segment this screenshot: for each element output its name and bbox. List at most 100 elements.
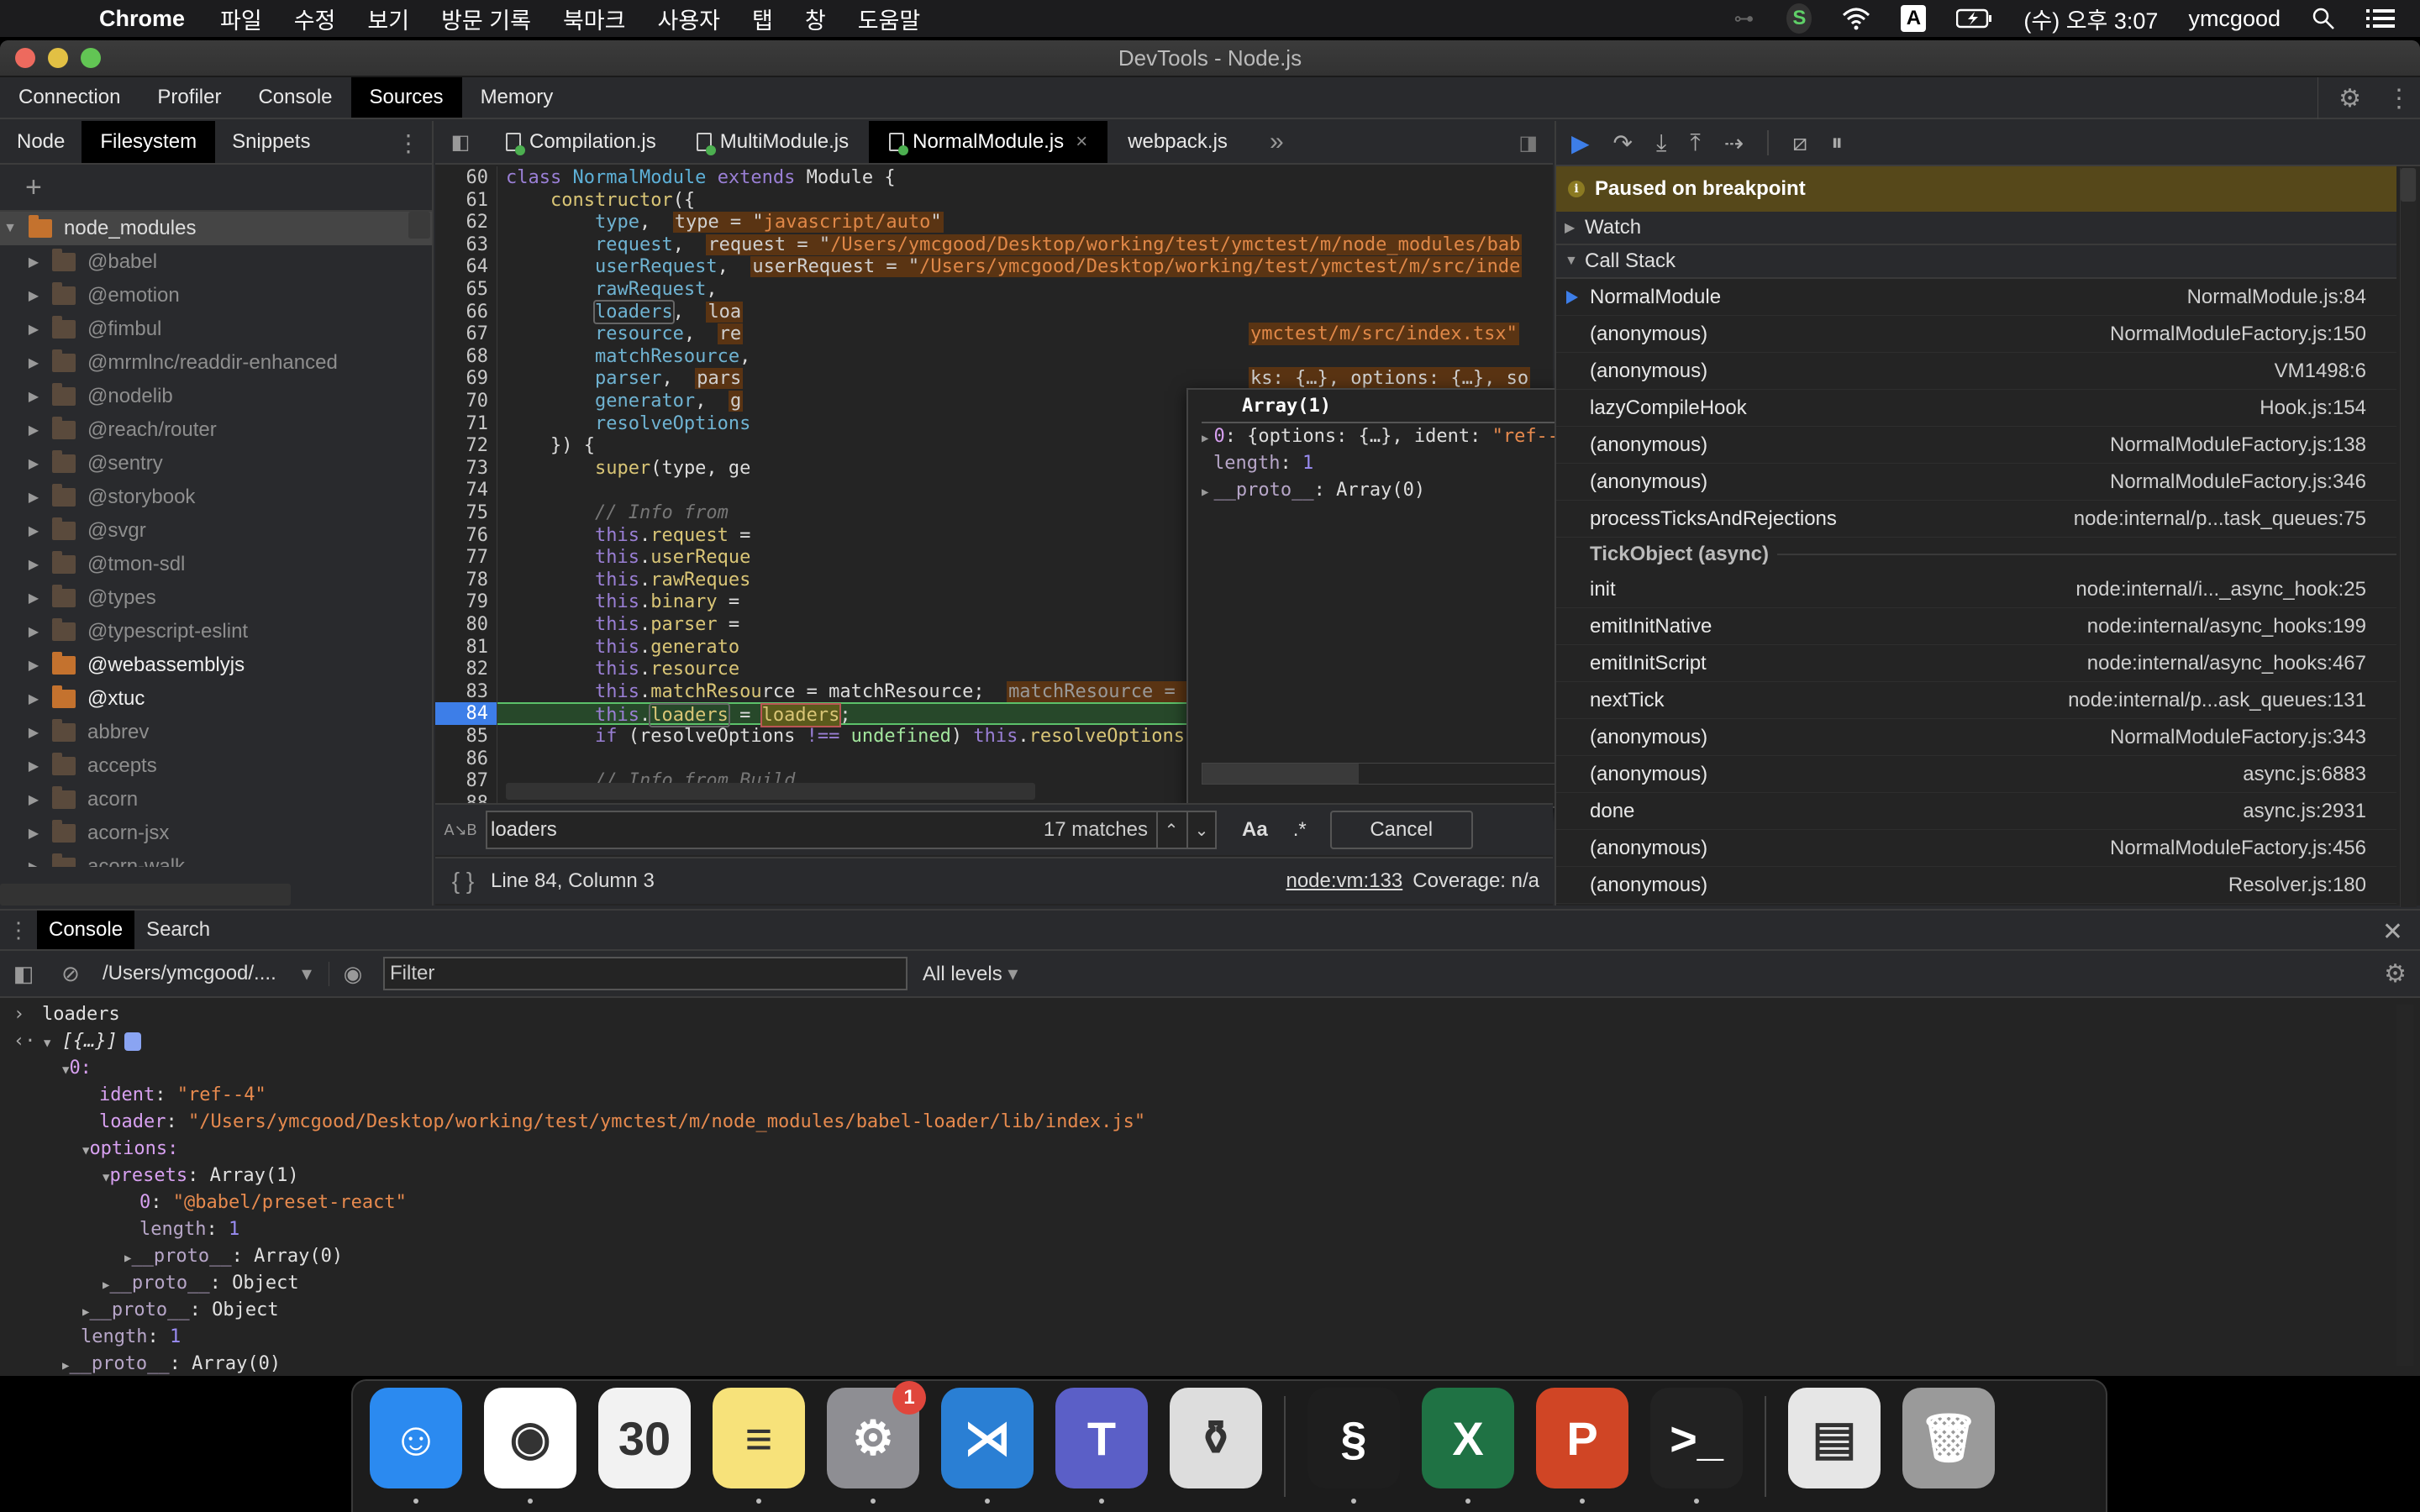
call-stack-section-header[interactable]: ▼ Call Stack: [1556, 245, 2396, 279]
drawer-tab-console[interactable]: Console: [37, 911, 135, 949]
call-frame[interactable]: (anonymous) NormalModuleFactory.js:150: [1556, 316, 2396, 353]
navigator-tab-filesystem[interactable]: Filesystem: [82, 121, 216, 163]
expand-arrow-icon[interactable]: ▶: [1202, 486, 1208, 499]
call-frame[interactable]: (anonymous) Resolver.js:180: [1556, 867, 2396, 904]
dock-app-downloads-stack[interactable]: ▤: [1788, 1388, 1881, 1488]
tree-node-0[interactable]: ▼0:: [0, 1055, 2420, 1082]
deactivate-breakpoints-icon[interactable]: ⧄: [1792, 129, 1807, 157]
expanded-arrow-icon[interactable]: ▼: [0, 221, 20, 236]
step-out-icon[interactable]: ⤒: [1690, 129, 1700, 157]
tree-item[interactable]: ▶ @storybook: [0, 480, 432, 514]
menu-bookmarks[interactable]: 북마크: [563, 3, 626, 35]
tree-item[interactable]: ▶ @fimbul: [0, 312, 432, 346]
call-frame[interactable]: NormalModule NormalModule.js:84: [1556, 279, 2396, 316]
tree-item[interactable]: ▶ @svgr: [0, 514, 432, 548]
line-number[interactable]: 74: [435, 479, 497, 502]
previous-match-button[interactable]: ⌃: [1156, 812, 1185, 848]
menu-view[interactable]: 보기: [367, 3, 409, 35]
context-selector[interactable]: /Users/ymcgood/.... ▾: [94, 961, 329, 986]
line-number[interactable]: 84: [435, 702, 497, 726]
pause-on-exceptions-icon[interactable]: ⏸: [1831, 129, 1843, 157]
tree-item[interactable]: ▶ @reach/router: [0, 413, 432, 447]
tree-item[interactable]: ▶ acorn: [0, 783, 432, 816]
line-number[interactable]: 88: [435, 791, 497, 803]
navigator-more-icon[interactable]: ⋮: [397, 129, 420, 157]
navigator-tab-node[interactable]: Node: [0, 121, 82, 163]
code-line[interactable]: 61 constructor({: [435, 188, 1528, 212]
dock-app-system-preferences[interactable]: ⚙ 1: [827, 1381, 926, 1504]
code-line[interactable]: 67 resource, re ymctest/m/src/index.tsx": [435, 323, 1528, 346]
call-frame[interactable]: (anonymous) VM1498:6: [1556, 353, 2396, 390]
collapsed-arrow-icon[interactable]: ▶: [24, 254, 44, 270]
step-into-icon[interactable]: ⤓: [1656, 129, 1666, 157]
battery-charging-icon[interactable]: [1956, 6, 1993, 31]
tree-node-array-proto[interactable]: ▶__proto__: Array(0): [0, 1351, 2420, 1376]
code-line[interactable]: 62 type, type = "javascript/auto": [435, 211, 1528, 234]
menubar-clock[interactable]: (수) 오후 3:07: [2023, 3, 2158, 35]
menu-tab[interactable]: 탭: [752, 3, 773, 35]
collapsed-arrow-icon[interactable]: ▶: [24, 287, 44, 304]
tree-node-presets-proto[interactable]: ▶__proto__: Array(0): [0, 1243, 2420, 1270]
collapsed-arrow-icon[interactable]: ▶: [24, 522, 44, 539]
call-frame[interactable]: done async.js:2931: [1556, 793, 2396, 830]
collapsed-arrow-icon[interactable]: ▶: [24, 556, 44, 573]
tree-item[interactable]: ▶ @emotion: [0, 279, 432, 312]
collapsed-arrow-icon[interactable]: ▶: [24, 321, 44, 338]
collapsed-arrow-icon[interactable]: ▶: [24, 825, 44, 842]
close-tab-icon[interactable]: ×: [1076, 130, 1087, 154]
window-zoom-button[interactable]: [81, 48, 101, 68]
navigator-horizontal-scrollbar[interactable]: [0, 884, 291, 906]
next-match-button[interactable]: ⌄: [1186, 812, 1215, 848]
collapsed-arrow-icon[interactable]: ▶: [24, 758, 44, 774]
tree-item[interactable]: ▶ abbrev: [0, 716, 432, 749]
live-expression-eye-icon[interactable]: ◉: [329, 961, 376, 987]
tab-console[interactable]: Console: [239, 77, 350, 118]
tree-item[interactable]: ▶ @webassemblyjs: [0, 648, 432, 682]
menu-people[interactable]: 사용자: [657, 3, 720, 35]
drawer-tab-search[interactable]: Search: [134, 911, 222, 949]
line-number[interactable]: 63: [435, 233, 497, 256]
line-number[interactable]: 64: [435, 255, 497, 279]
step-over-icon[interactable]: ↷: [1613, 129, 1633, 157]
tree-item[interactable]: ▶ @sentry: [0, 447, 432, 480]
line-number[interactable]: 83: [435, 680, 497, 703]
editor-tab-multimodule[interactable]: MultiModule.js: [676, 121, 869, 163]
add-folder-plus-icon[interactable]: +: [25, 171, 42, 204]
settings-gear-icon[interactable]: ⚙: [2338, 84, 2361, 113]
window-titlebar[interactable]: DevTools - Node.js: [0, 40, 2420, 77]
info-badge-icon[interactable]: [124, 1032, 141, 1051]
tree-item[interactable]: ▶ @typescript-eslint: [0, 615, 432, 648]
toggle-navigator-icon[interactable]: ◧: [435, 121, 486, 163]
call-frame[interactable]: (anonymous) NormalModuleFactory.js:138: [1556, 427, 2396, 464]
dock-app-vscode[interactable]: ⋊: [941, 1388, 1034, 1504]
clear-console-icon[interactable]: ⊘: [47, 961, 94, 987]
drawer-menu-icon[interactable]: ⋮: [0, 911, 37, 949]
code-line[interactable]: 66 loaders, loa: [435, 299, 1528, 324]
tree-item-root[interactable]: ▼ node_modules: [0, 212, 432, 245]
window-close-button[interactable]: [15, 48, 35, 68]
console-result-line[interactable]: ‹· ▼ [{…}]: [0, 1028, 2420, 1055]
close-drawer-icon[interactable]: ✕: [2382, 917, 2403, 947]
console-scrollbar[interactable]: [2396, 1005, 2413, 1366]
collapsed-arrow-icon[interactable]: ▶: [24, 791, 44, 808]
tree-node-options[interactable]: ▼options:: [0, 1136, 2420, 1163]
navigator-tab-snippets[interactable]: Snippets: [215, 121, 327, 163]
app-menu-chrome[interactable]: Chrome: [99, 6, 185, 32]
file-tree-scrollbar[interactable]: [408, 212, 430, 239]
tree-item[interactable]: ▶ @tmon-sdl: [0, 548, 432, 581]
line-number[interactable]: 70: [435, 390, 497, 412]
dock-app-chrome[interactable]: ◉: [484, 1388, 576, 1504]
line-number[interactable]: 87: [435, 769, 497, 793]
tree-item[interactable]: ▶ @types: [0, 581, 432, 615]
expand-arrow-icon[interactable]: ▶: [1202, 432, 1208, 445]
tab-sources[interactable]: Sources: [350, 77, 462, 118]
code-line[interactable]: 68 matchResource,: [435, 344, 1528, 368]
line-number[interactable]: 73: [435, 456, 497, 480]
collapsed-arrow-icon[interactable]: ▶: [24, 422, 44, 438]
line-number[interactable]: 71: [435, 412, 497, 435]
collapsed-arrow-icon[interactable]: ▶: [24, 858, 44, 867]
find-input[interactable]: loaders 17 matches ⌃ ⌄: [486, 811, 1217, 849]
collapsed-arrow-icon[interactable]: ▶: [24, 590, 44, 606]
sourcetree-status-icon[interactable]: S: [1786, 3, 1812, 34]
line-number[interactable]: 61: [435, 188, 497, 212]
